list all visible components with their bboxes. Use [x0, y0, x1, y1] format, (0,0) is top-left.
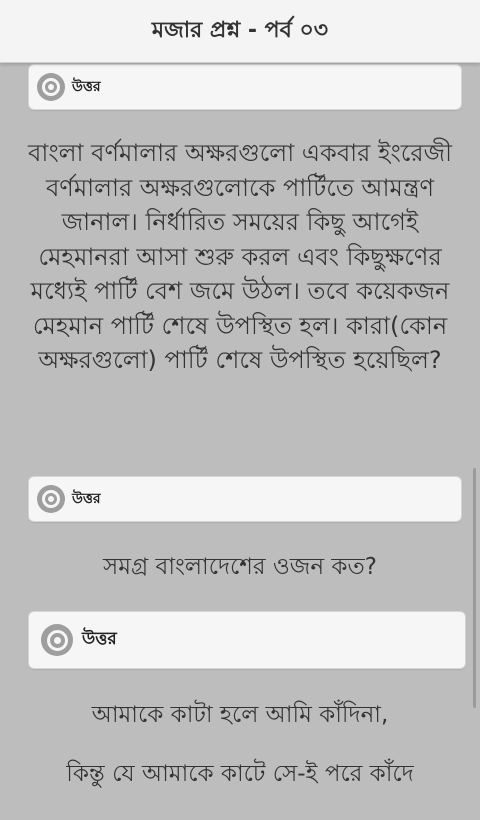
question-text: বাংলা বর্ণমালার অক্ষরগুলো একবার ইংরেজী ব…: [28, 139, 452, 374]
answer-button[interactable]: উত্তর: [28, 611, 466, 669]
app-header: মজার প্রশ্ন - পর্ব ০৩: [0, 0, 480, 63]
question-text-line2: কিন্তু যে আমাকে কাটে সে-ই পরে কাঁদে: [66, 761, 414, 787]
answer-label: উত্তর: [72, 79, 101, 95]
page-title: মজার প্রশ্ন - পর্ব ০৩: [151, 17, 329, 43]
question-text-line1: আমাকে কাটা হলে আমি কাঁদিনা,: [91, 702, 389, 728]
answer-button[interactable]: উত্তর: [28, 476, 462, 522]
scrollbar[interactable]: [473, 468, 476, 708]
eye-icon: [41, 624, 73, 656]
answer-label: উত্তর: [72, 491, 101, 507]
eye-icon: [37, 73, 65, 101]
answer-button[interactable]: উত্তর: [28, 64, 462, 110]
eye-icon: [37, 485, 65, 513]
question-text: সমগ্র বাংলাদেশের ওজন কত?: [103, 554, 377, 580]
answer-label: উত্তর: [82, 629, 117, 649]
